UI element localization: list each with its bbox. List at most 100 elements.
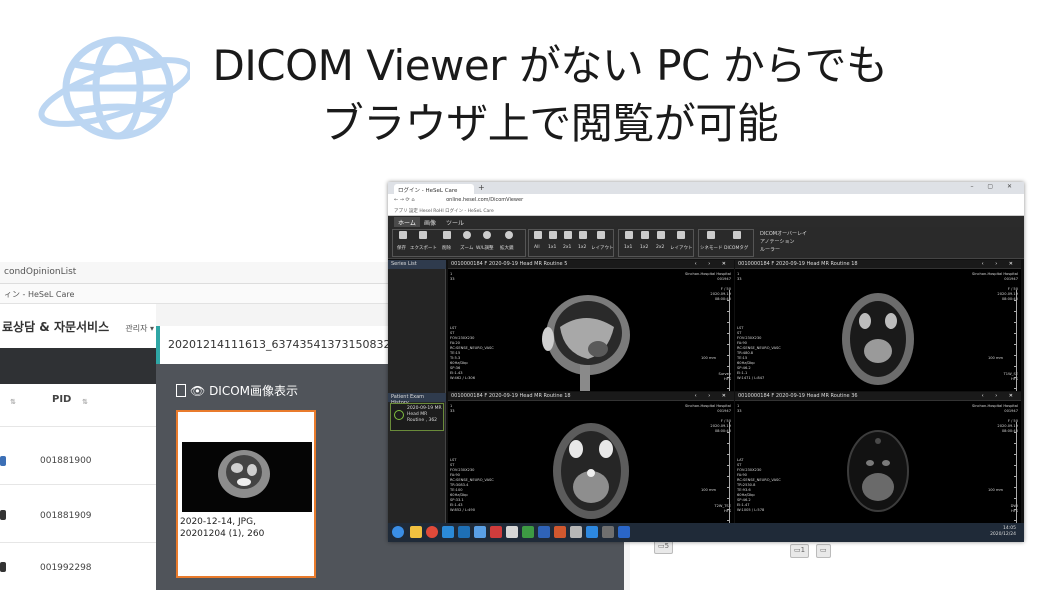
sort-icon[interactable]: ⇅ [10,398,16,406]
image-viewport[interactable]: 0010000184 F 2020-09-19 Head MR Routine … [735,392,1021,523]
layout-2x1-button[interactable] [561,230,575,244]
new-tab-button[interactable]: + [478,183,485,192]
dicom-thumbnail-card[interactable]: 2020-12-14, JPG, 20201204 (1), 260 [176,410,316,578]
app-icon[interactable] [506,526,518,538]
address-bar[interactable]: ← → ⟳ ⌂ online.hesel.com/DicomViewer [388,194,1024,206]
edge-icon[interactable] [442,526,454,538]
layout-all-button[interactable] [531,230,545,244]
file-icon [176,384,186,397]
layout-1x1-label: 1x1 [548,245,557,250]
layout-1x2-button[interactable] [576,230,590,244]
scale-label: 100 mm [700,488,716,492]
window-level-button[interactable] [480,230,494,244]
windows-taskbar: 14:05 2020/12/24 [388,523,1024,542]
overlay-top-left: 1 33 [737,404,742,413]
sort-icon[interactable]: ⇅ [82,398,88,406]
user-menu[interactable]: 관리자 ▾ [125,324,154,333]
grid-2x2-button[interactable] [654,230,668,244]
grid-1x2-label: 1x2 [640,245,649,250]
image-viewport[interactable]: 0010000184 F 2020-09-19 Head MR Routine … [448,392,734,523]
export-button[interactable] [416,230,430,244]
ct-thumbnail-image [182,442,312,512]
layout-menu-label: レイアウト [591,246,614,251]
viewport-nav-buttons[interactable]: ‹ › ✕ [982,393,1018,399]
app-icon[interactable] [586,526,598,538]
grid-1x2-button[interactable] [638,230,652,244]
explorer-icon[interactable] [410,526,422,538]
viewport-header: 0010000184 F 2020-09-19 Head MR Routine … [735,392,1021,401]
zoom-label: ズーム [460,246,474,251]
option-dicom-overlay[interactable]: DICOMオーバーレイ [760,230,807,237]
layout-menu-button[interactable] [594,230,608,244]
system-clock[interactable]: 14:05 2020/12/24 [990,526,1016,538]
exam-history-card[interactable]: 2020-09-19 MR Head MR Routine , 362 [390,403,444,431]
row-divider [0,484,156,485]
nav-arrows-icon[interactable]: ← → ⟳ ⌂ [394,197,415,203]
row-divider [0,426,156,427]
image-viewport[interactable]: 0010000184 F 2020-09-19 Head MR Routine … [735,260,1021,391]
thumbnail-caption-line1: 2020-12-14, JPG, [180,517,256,527]
dicom-panel-title: DICOM画像表示 [209,384,299,398]
viewport-nav-buttons[interactable]: ‹ › ✕ [982,261,1018,267]
viewport-title: 0010000184 F 2020-09-19 Head MR Routine … [738,393,858,399]
zoom-button[interactable] [460,230,474,244]
save-label: 保存 [397,246,406,251]
patient-table: PID ⇅ ⇅ 001881900 001881909 001992298 [0,384,156,590]
option-annotation[interactable]: アノテーション [760,238,794,245]
scale-ruler [724,422,730,523]
viewport-nav-buttons[interactable]: ‹ › ✕ [695,393,731,399]
overlay-top-left: 1 33 [450,404,455,413]
status-badge [0,456,6,466]
scale-ruler [1011,290,1017,391]
grid-menu-button[interactable] [674,230,688,244]
layout-1x2-label: 1x2 [578,245,587,250]
start-icon[interactable] [392,526,404,538]
overlay-top-left: 1 33 [737,272,742,281]
eye-icon: 👁︎ [190,384,210,398]
app-header: 료상담 & 자문서비스 관리자 ▾ [0,304,156,348]
action-button[interactable]: ▭ [816,544,831,558]
scale-label: 100 mm [987,488,1003,492]
headline-line-1: DICOM Viewer がない PC からでも [212,41,888,90]
delete-button[interactable] [440,230,454,244]
save-button[interactable] [396,230,410,244]
app-icon[interactable] [618,526,630,538]
nav-bar [0,348,156,384]
exam-history-text: 2020-09-19 MR Head MR Routine , 362 [407,406,442,423]
image-viewport[interactable]: 0010000184 F 2020-09-19 Head MR Routine … [448,260,734,391]
viewport-nav-buttons[interactable]: ‹ › ✕ [695,261,731,267]
cine-mode-button[interactable] [704,230,718,244]
slide: DICOM Viewer がない PC からでも ブラウザ上で閲覧が可能 con… [0,0,1048,590]
app-icon[interactable] [458,526,470,538]
app-icon[interactable] [602,526,614,538]
scale-ruler [1011,422,1017,523]
clock-date: 2020/12/24 [990,532,1016,537]
browser-tab[interactable]: ログイン - HeSeL Care [394,184,474,194]
ribbon-toolbar: 保存 エクスポート 削除 ズーム W/L調整 拡大鏡 All 1x1 2x1 1… [388,227,1024,259]
action-button[interactable]: ▭1 [790,544,810,558]
word-icon[interactable] [538,526,550,538]
excel-icon[interactable] [522,526,534,538]
grid-menu-label: レイアウト [670,246,693,251]
app-icon[interactable] [490,526,502,538]
chrome-icon[interactable] [426,526,438,538]
option-ruler[interactable]: ルーラー [760,246,780,253]
window-controls[interactable]: – ▢ ✕ [970,183,1018,190]
dicom-viewer-screenshot: ログイン - HeSeL Care + – ▢ ✕ ← → ⟳ ⌂ online… [388,182,1024,542]
magnifier-button[interactable] [502,230,516,244]
row-divider [0,542,156,543]
address-url[interactable]: online.hesel.com/DicomViewer [446,197,523,203]
powerpoint-icon[interactable] [554,526,566,538]
magnifier-label: 拡大鏡 [500,246,514,251]
grid-1x1-button[interactable] [622,230,636,244]
app-icon[interactable] [570,526,582,538]
viewport-header: 0010000184 F 2020-09-19 Head MR Routine … [448,392,734,401]
series-list-header: Series List [388,260,446,269]
layout-1x1-button[interactable] [546,230,560,244]
app-icon[interactable] [474,526,486,538]
dicom-tag-button[interactable] [730,230,744,244]
action-button[interactable]: ▭5 [654,540,674,554]
dicom-tag-label: DICOMタグ [724,246,749,251]
table-header-pid[interactable]: PID [52,394,71,405]
ribbon-tabs: ホーム 画像 ツール [388,216,1024,228]
